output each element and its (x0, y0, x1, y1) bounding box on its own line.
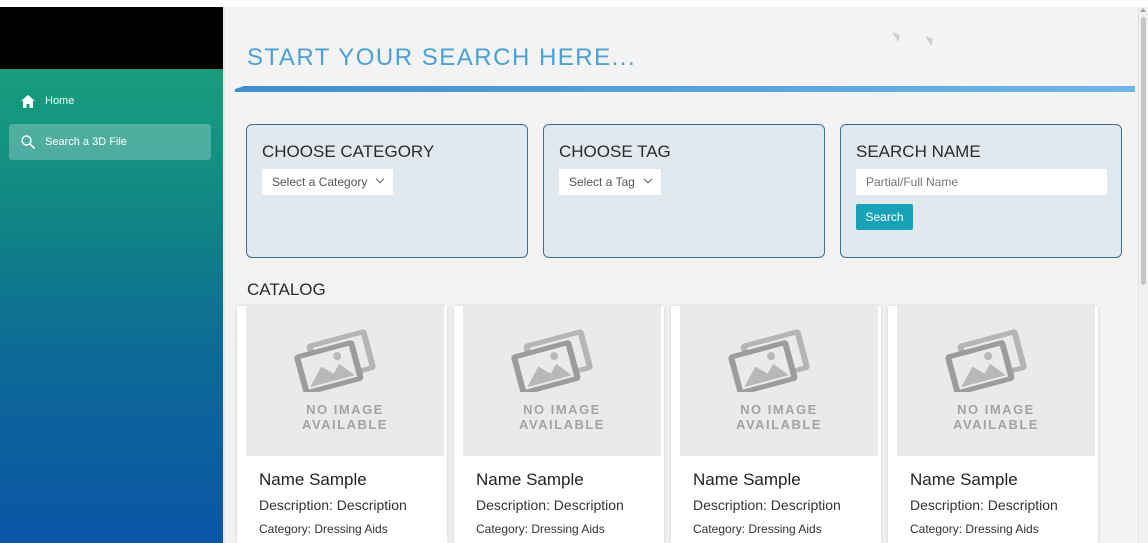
cursor-icon (925, 33, 936, 47)
scrollbar-thumb[interactable] (1141, 17, 1146, 285)
category-filter-title: CHOOSE CATEGORY (262, 142, 435, 161)
no-image-text: NO IMAGE AVAILABLE (246, 402, 444, 432)
no-image-placeholder: NO IMAGE AVAILABLE (246, 306, 444, 456)
no-image-placeholder: NO IMAGE AVAILABLE (680, 306, 878, 456)
image-placeholder-icon (511, 329, 593, 392)
catalog-card[interactable]: NO IMAGE AVAILABLE Name Sample Descriptio… (671, 306, 881, 543)
card-description: Description: Description (476, 497, 624, 513)
no-image-text: NO IMAGE AVAILABLE (680, 402, 878, 432)
sidebar-item-label: Home (45, 95, 75, 107)
catalog-card[interactable]: NO IMAGE AVAILABLE Name Sample Descriptio… (237, 306, 447, 543)
sidebar-item-label: Search a 3D File (45, 136, 127, 148)
scroll-up-arrow-icon[interactable] (1140, 8, 1146, 12)
no-image-placeholder: NO IMAGE AVAILABLE (463, 306, 661, 456)
category-filter-panel: CHOOSE CATEGORY Select a Category (246, 124, 528, 258)
sidebar-header (0, 7, 223, 69)
no-image-placeholder: NO IMAGE AVAILABLE (897, 306, 1095, 456)
sidebar: Home Search a 3D File (0, 7, 223, 543)
no-image-line2: AVAILABLE (302, 417, 388, 432)
tag-select-value: Select a Tag (569, 175, 635, 189)
page-title: START YOUR SEARCH HERE... (247, 44, 637, 71)
no-image-line2: AVAILABLE (519, 417, 605, 432)
card-category: Category: Dressing Aids (259, 522, 388, 536)
catalog-title: CATALOG (247, 280, 326, 299)
card-name: Name Sample (476, 470, 584, 489)
no-image-text: NO IMAGE AVAILABLE (463, 402, 661, 432)
tag-filter-panel: CHOOSE TAG Select a Tag (543, 124, 825, 258)
category-select[interactable]: Select a Category (262, 169, 394, 195)
home-icon (21, 94, 35, 108)
catalog-card[interactable]: NO IMAGE AVAILABLE Name Sample Descriptio… (454, 306, 664, 543)
name-filter-panel: SEARCH NAME Search (840, 124, 1122, 258)
card-description: Description: Description (910, 497, 1058, 513)
image-placeholder-icon (294, 329, 376, 392)
name-search-input[interactable] (856, 169, 1107, 195)
no-image-line2: AVAILABLE (736, 417, 822, 432)
no-image-line1: NO IMAGE (523, 402, 601, 417)
catalog-card[interactable]: NO IMAGE AVAILABLE Name Sample Descriptio… (888, 306, 1098, 543)
no-image-line1: NO IMAGE (740, 402, 818, 417)
card-name: Name Sample (693, 470, 801, 489)
main-divider (223, 7, 225, 543)
sidebar-item-search-3d-file[interactable]: Search a 3D File (9, 124, 211, 160)
name-filter-title: SEARCH NAME (856, 142, 981, 161)
image-placeholder-icon (945, 329, 1027, 392)
cursor-icon (892, 29, 903, 43)
top-strip (0, 0, 1148, 7)
title-underline (235, 86, 1135, 92)
no-image-line1: NO IMAGE (306, 402, 384, 417)
card-description: Description: Description (693, 497, 841, 513)
card-category: Category: Dressing Aids (910, 522, 1039, 536)
card-name: Name Sample (910, 470, 1018, 489)
tag-select[interactable]: Select a Tag (559, 169, 661, 195)
no-image-line2: AVAILABLE (953, 417, 1039, 432)
no-image-line1: NO IMAGE (957, 402, 1035, 417)
sidebar-item-home[interactable]: Home (9, 83, 211, 119)
tag-filter-title: CHOOSE TAG (559, 142, 671, 161)
search-button[interactable]: Search (856, 204, 913, 230)
image-placeholder-icon (728, 329, 810, 392)
card-description: Description: Description (259, 497, 407, 513)
no-image-text: NO IMAGE AVAILABLE (897, 402, 1095, 432)
card-name: Name Sample (259, 470, 367, 489)
card-category: Category: Dressing Aids (476, 522, 605, 536)
card-category: Category: Dressing Aids (693, 522, 822, 536)
category-select-value: Select a Category (272, 175, 368, 189)
chevron-down-icon (376, 174, 385, 184)
chevron-down-icon (643, 174, 653, 184)
search-icon (21, 135, 35, 149)
